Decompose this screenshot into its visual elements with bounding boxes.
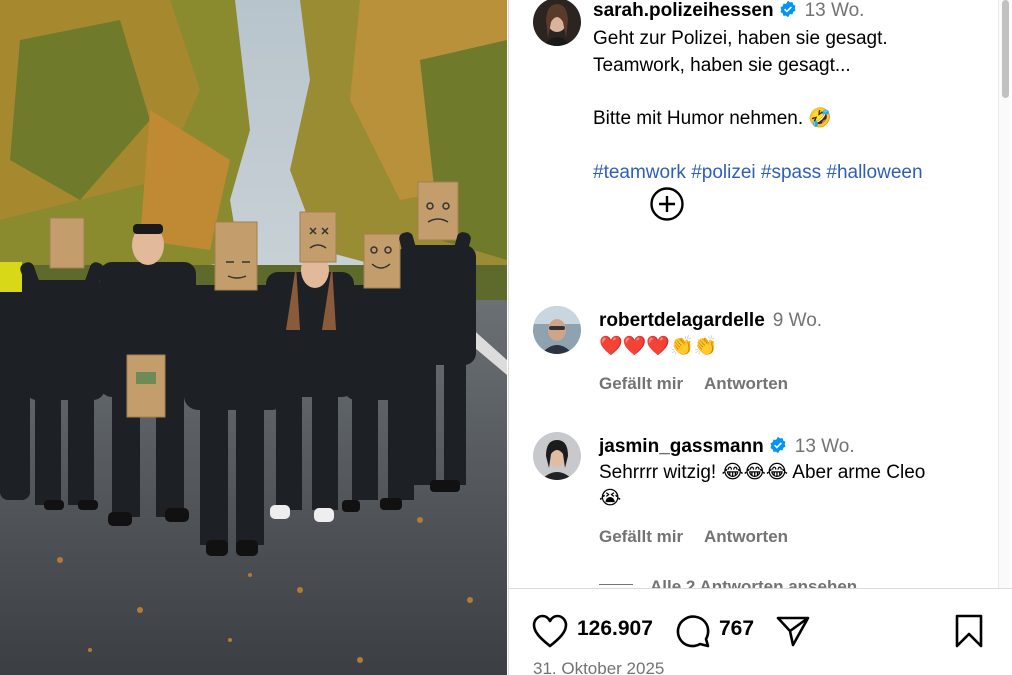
comment-time: 9 Wo. xyxy=(772,310,823,331)
caption-line-1: Geht zur Polizei, haben sie gesagt. xyxy=(593,28,888,49)
like-comment-button[interactable]: Gefällt mir xyxy=(599,374,683,394)
author-avatar[interactable] xyxy=(533,0,581,46)
scrollbar[interactable] xyxy=(998,0,1010,588)
reply-button[interactable]: Antworten xyxy=(704,527,788,547)
share-icon[interactable] xyxy=(775,613,811,649)
caption-line-3: Bitte mit Humor nehmen. 🤣 xyxy=(593,108,833,129)
likes-count[interactable]: 126.907 xyxy=(577,617,653,641)
caption-line-2: Teamwork, haben sie gesagt... xyxy=(593,55,851,76)
comments-scroll-area[interactable]: sarah.polizeihessen 13 Wo. Geht zur Poliz… xyxy=(509,0,997,588)
like-comment-button[interactable]: Gefällt mir xyxy=(599,527,683,547)
heart-icon[interactable] xyxy=(531,613,569,649)
post-actions-bar: 126.907 767 31. Oktober 2025 xyxy=(509,588,1012,675)
post-date: 31. Oktober 2025 xyxy=(533,659,665,675)
comments-panel: sarah.polizeihessen 13 Wo. Geht zur Poliz… xyxy=(508,0,1012,675)
comment-text: Sehrrrr witzig! 😂😂😂 Aber arme Cleo xyxy=(599,462,926,483)
scrollbar-thumb[interactable] xyxy=(1002,0,1009,98)
view-replies-button[interactable]: Alle 2 Antworten ansehen xyxy=(650,577,857,588)
commenter-username[interactable]: robertdelagardelle xyxy=(599,310,765,331)
plus-circle-icon[interactable] xyxy=(649,186,685,222)
post-image[interactable] xyxy=(0,0,507,675)
comment-text-continued: 😭 xyxy=(599,488,622,509)
caption-hashtags[interactable]: #teamwork #polizei #spass #halloween xyxy=(593,162,923,183)
verified-badge-icon xyxy=(770,436,786,454)
view-replies-divider xyxy=(599,584,633,585)
author-username[interactable]: sarah.polizeihessen xyxy=(593,0,774,21)
bookmark-icon[interactable] xyxy=(953,613,985,649)
comment-text: ❤️❤️❤️👏👏 xyxy=(599,336,718,357)
post-time: 13 Wo. xyxy=(804,0,865,21)
verified-badge-icon xyxy=(780,0,796,18)
reply-button[interactable]: Antworten xyxy=(704,374,788,394)
comments-count[interactable]: 767 xyxy=(719,617,754,641)
commenter-avatar[interactable] xyxy=(533,432,581,480)
commenter-username[interactable]: jasmin_gassmann xyxy=(599,436,764,457)
comment-time: 13 Wo. xyxy=(794,436,855,457)
comment-icon[interactable] xyxy=(675,613,711,649)
commenter-avatar[interactable] xyxy=(533,306,581,354)
